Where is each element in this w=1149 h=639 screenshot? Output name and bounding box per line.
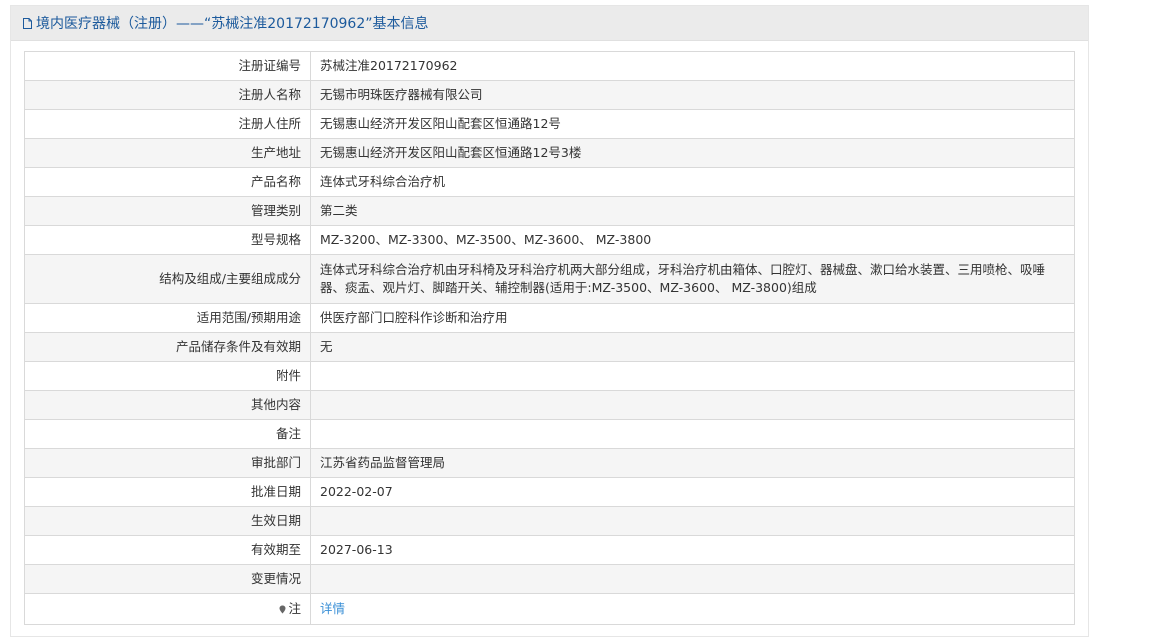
table-row: 结构及组成/主要组成成分 连体式牙科综合治疗机由牙科椅及牙科治疗机两大部分组成，… [24, 254, 1075, 304]
table-row: 有效期至 2027-06-13 [24, 535, 1075, 565]
row-value: 2027-06-13 [310, 535, 1075, 565]
row-value: 无锡惠山经济开发区阳山配套区恒通路12号 [310, 109, 1075, 139]
table-row: 型号规格 MZ-3200、MZ-3300、MZ-3500、MZ-3600、 MZ… [24, 225, 1075, 255]
row-value [310, 361, 1075, 391]
row-label: 有效期至 [24, 535, 311, 565]
row-label: 产品储存条件及有效期 [24, 332, 311, 362]
table-row: 管理类别 第二类 [24, 196, 1075, 226]
row-label: 附件 [24, 361, 311, 391]
table-row: 产品储存条件及有效期 无 [24, 332, 1075, 362]
row-value: 无锡市明珠医疗器械有限公司 [310, 80, 1075, 110]
row-label: 生产地址 [24, 138, 311, 168]
page-title: 境内医疗器械（注册）——“苏械注准20172170962”基本信息 [36, 16, 429, 32]
row-label: 结构及组成/主要组成成分 [24, 254, 311, 304]
document-icon [23, 17, 32, 29]
row-value: MZ-3200、MZ-3300、MZ-3500、MZ-3600、 MZ-3800 [310, 225, 1075, 255]
row-label: 适用范围/预期用途 [24, 303, 311, 333]
row-value: 江苏省药品监督管理局 [310, 448, 1075, 478]
row-value: 2022-02-07 [310, 477, 1075, 507]
row-label: 注册证编号 [24, 51, 311, 81]
table-row: 生产地址 无锡惠山经济开发区阳山配套区恒通路12号3楼 [24, 138, 1075, 168]
row-label: 审批部门 [24, 448, 311, 478]
table-row: 注册人名称 无锡市明珠医疗器械有限公司 [24, 80, 1075, 110]
row-label: 备注 [24, 419, 311, 449]
table-row: 生效日期 [24, 506, 1075, 536]
info-marker-icon [279, 605, 286, 614]
table-row: 变更情况 [24, 564, 1075, 594]
table-row: 批准日期 2022-02-07 [24, 477, 1075, 507]
note-value-cell: 详情 [310, 593, 1075, 625]
row-label: 型号规格 [24, 225, 311, 255]
row-label: 其他内容 [24, 390, 311, 420]
row-label: 产品名称 [24, 167, 311, 197]
row-value [310, 390, 1075, 420]
table-row: 注册人住所 无锡惠山经济开发区阳山配套区恒通路12号 [24, 109, 1075, 139]
info-table: 注册证编号 苏械注准20172170962 注册人名称 无锡市明珠医疗器械有限公… [24, 51, 1075, 625]
row-label: 注册人住所 [24, 109, 311, 139]
row-label: 批准日期 [24, 477, 311, 507]
info-panel: 境内医疗器械（注册）——“苏械注准20172170962”基本信息 注册证编号 … [10, 5, 1089, 637]
table-row: 其他内容 [24, 390, 1075, 420]
panel-header: 境内医疗器械（注册）——“苏械注准20172170962”基本信息 [11, 6, 1088, 41]
table-row-note: 注 详情 [24, 593, 1075, 625]
row-value [310, 419, 1075, 449]
table-row: 备注 [24, 419, 1075, 449]
row-label: 生效日期 [24, 506, 311, 536]
table-row: 审批部门 江苏省药品监督管理局 [24, 448, 1075, 478]
table-row: 产品名称 连体式牙科综合治疗机 [24, 167, 1075, 197]
row-value: 第二类 [310, 196, 1075, 226]
note-label: 注 [288, 601, 301, 616]
row-label: 管理类别 [24, 196, 311, 226]
row-value: 供医疗部门口腔科作诊断和治疗用 [310, 303, 1075, 333]
row-value: 无锡惠山经济开发区阳山配套区恒通路12号3楼 [310, 138, 1075, 168]
row-value [310, 506, 1075, 536]
table-row: 附件 [24, 361, 1075, 391]
table-row: 适用范围/预期用途 供医疗部门口腔科作诊断和治疗用 [24, 303, 1075, 333]
row-value [310, 564, 1075, 594]
row-label: 注册人名称 [24, 80, 311, 110]
row-label: 变更情况 [24, 564, 311, 594]
row-value: 无 [310, 332, 1075, 362]
details-link[interactable]: 详情 [320, 601, 345, 616]
table-row: 注册证编号 苏械注准20172170962 [24, 51, 1075, 81]
row-value: 连体式牙科综合治疗机 [310, 167, 1075, 197]
row-value: 苏械注准20172170962 [310, 51, 1075, 81]
row-value: 连体式牙科综合治疗机由牙科椅及牙科治疗机两大部分组成，牙科治疗机由箱体、口腔灯、… [310, 254, 1075, 304]
note-label-cell: 注 [24, 593, 311, 625]
